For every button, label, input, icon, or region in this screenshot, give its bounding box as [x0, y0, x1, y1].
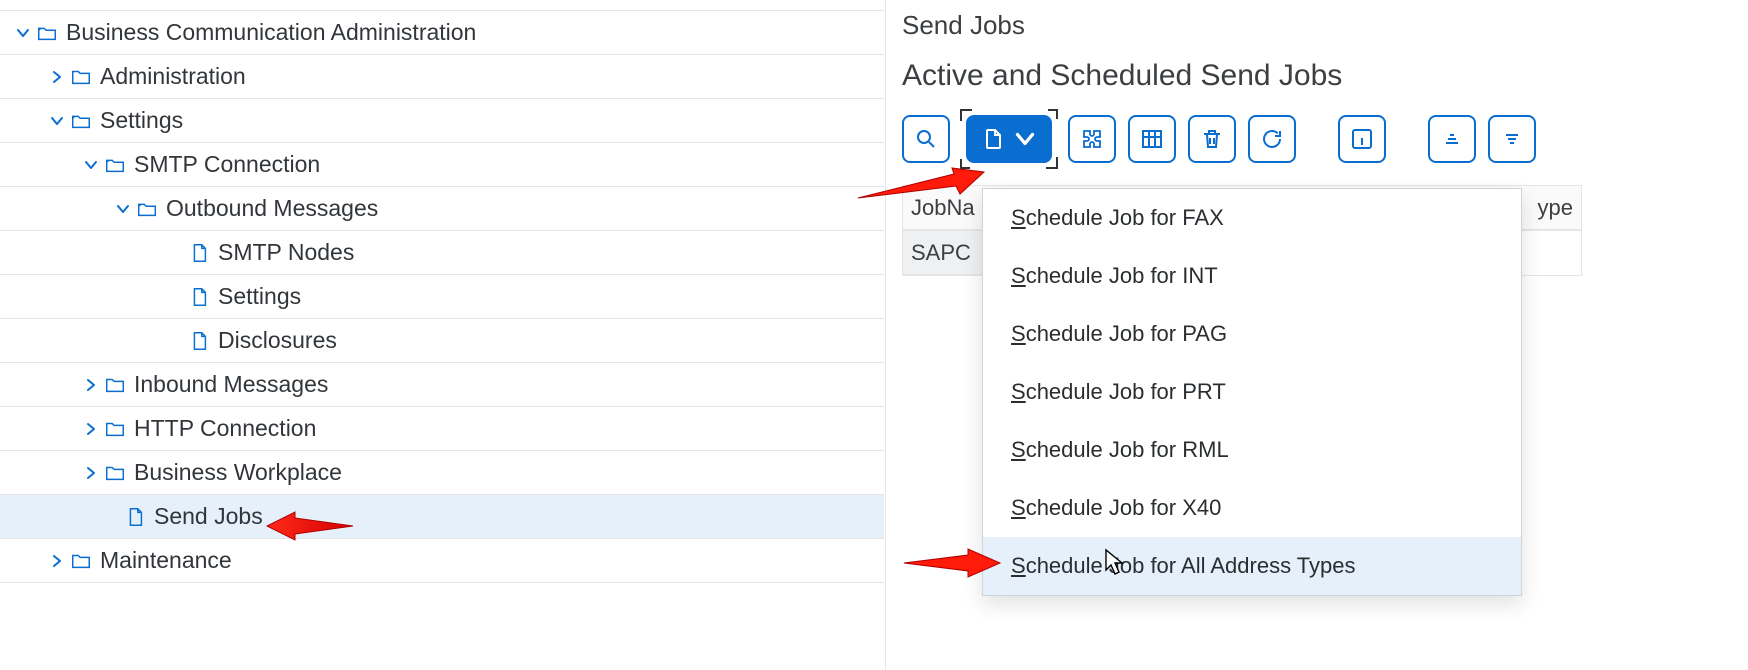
chevron-down-icon[interactable] [112, 201, 134, 217]
refresh-button[interactable] [1248, 115, 1296, 163]
folder-icon [102, 462, 128, 484]
folder-open-icon [68, 110, 94, 132]
folder-icon [102, 374, 128, 396]
tree-item-label: SMTP Nodes [218, 239, 354, 266]
create-button-selected-wrap [962, 111, 1056, 167]
table-header-type[interactable]: ype [1521, 195, 1581, 221]
folder-icon [102, 418, 128, 440]
dropdown-item[interactable]: Schedule Job for All Address Types [983, 537, 1521, 595]
tree-item-label: Outbound Messages [166, 195, 378, 222]
tree-item-label: Business Communication Administration [66, 19, 476, 46]
tree-item[interactable]: Outbound Messages [0, 187, 884, 231]
chevron-down-icon[interactable] [12, 25, 34, 41]
tree-item[interactable]: Maintenance [0, 539, 884, 583]
tree-item[interactable]: Administration [0, 55, 884, 99]
details-button[interactable] [902, 115, 950, 163]
tree-item-label: SMTP Connection [134, 151, 320, 178]
folder-open-icon [102, 154, 128, 176]
folder-open-icon [34, 22, 60, 44]
chevron-down-icon[interactable] [80, 157, 102, 173]
tree-item-root[interactable]: Business Communication Administration [0, 11, 884, 55]
delete-button[interactable] [1188, 115, 1236, 163]
columns-button[interactable] [1128, 115, 1176, 163]
chevron-right-icon[interactable] [46, 69, 68, 85]
chevron-right-icon[interactable] [80, 465, 102, 481]
tree-item-label: Inbound Messages [134, 371, 328, 398]
dropdown-item[interactable]: Schedule Job for X40 [983, 479, 1521, 537]
document-icon [186, 286, 212, 308]
puzzle-button[interactable] [1068, 115, 1116, 163]
tree-item-label: Disclosures [218, 327, 337, 354]
dropdown-item[interactable]: Schedule Job for RML [983, 421, 1521, 479]
toolbar [896, 111, 1748, 167]
tree-item[interactable]: Settings [0, 99, 884, 143]
create-dropdown-menu: Schedule Job for FAXSchedule Job for INT… [982, 188, 1522, 596]
document-icon [122, 506, 148, 528]
chevron-right-icon[interactable] [80, 377, 102, 393]
chevron-down-icon [1013, 127, 1037, 151]
dropdown-item[interactable]: Schedule Job for PAG [983, 305, 1521, 363]
table-cell-jobname[interactable]: SAPC [903, 231, 993, 275]
tree-item[interactable]: Settings [0, 275, 884, 319]
section-title: Active and Scheduled Send Jobs [896, 59, 1748, 111]
document-icon [186, 242, 212, 264]
dropdown-item[interactable]: Schedule Job for FAX [983, 189, 1521, 247]
tree-item[interactable]: Send Jobs [0, 495, 884, 539]
tree-item[interactable]: SMTP Connection [0, 143, 884, 187]
tree-item[interactable]: HTTP Connection [0, 407, 884, 451]
tree-item-label: Settings [218, 283, 301, 310]
sort-asc-button[interactable] [1428, 115, 1476, 163]
create-button[interactable] [966, 115, 1052, 163]
tree-item[interactable]: SMTP Nodes [0, 231, 884, 275]
table-header-jobname[interactable]: JobNa [903, 195, 993, 221]
tree-item[interactable]: Business Workplace [0, 451, 884, 495]
dropdown-item[interactable]: Schedule Job for PRT [983, 363, 1521, 421]
folder-open-icon [134, 198, 160, 220]
chevron-right-icon[interactable] [46, 553, 68, 569]
tree-item-label: Business Workplace [134, 459, 342, 486]
tree-item-label: Send Jobs [154, 503, 263, 530]
folder-icon [68, 550, 94, 572]
folder-icon [68, 66, 94, 88]
tree-item-label: Maintenance [100, 547, 232, 574]
tree-toolbar [0, 0, 884, 10]
tree-item-label: Settings [100, 107, 183, 134]
tree-item[interactable]: Inbound Messages [0, 363, 884, 407]
dropdown-item[interactable]: Schedule Job for INT [983, 247, 1521, 305]
content-panel: Send Jobs Active and Scheduled Send Jobs [885, 0, 1748, 670]
tree-item-label: HTTP Connection [134, 415, 316, 442]
sort-desc-button[interactable] [1488, 115, 1536, 163]
document-icon [186, 330, 212, 352]
chevron-down-icon[interactable] [46, 113, 68, 129]
tree-item[interactable]: Disclosures [0, 319, 884, 363]
info-button[interactable] [1338, 115, 1386, 163]
chevron-right-icon[interactable] [80, 421, 102, 437]
tree-item-label: Administration [100, 63, 246, 90]
navigation-tree: Business Communication Administration Ad… [0, 10, 884, 583]
navigation-tree-panel: Business Communication Administration Ad… [0, 0, 885, 670]
page-title: Send Jobs [896, 0, 1748, 59]
